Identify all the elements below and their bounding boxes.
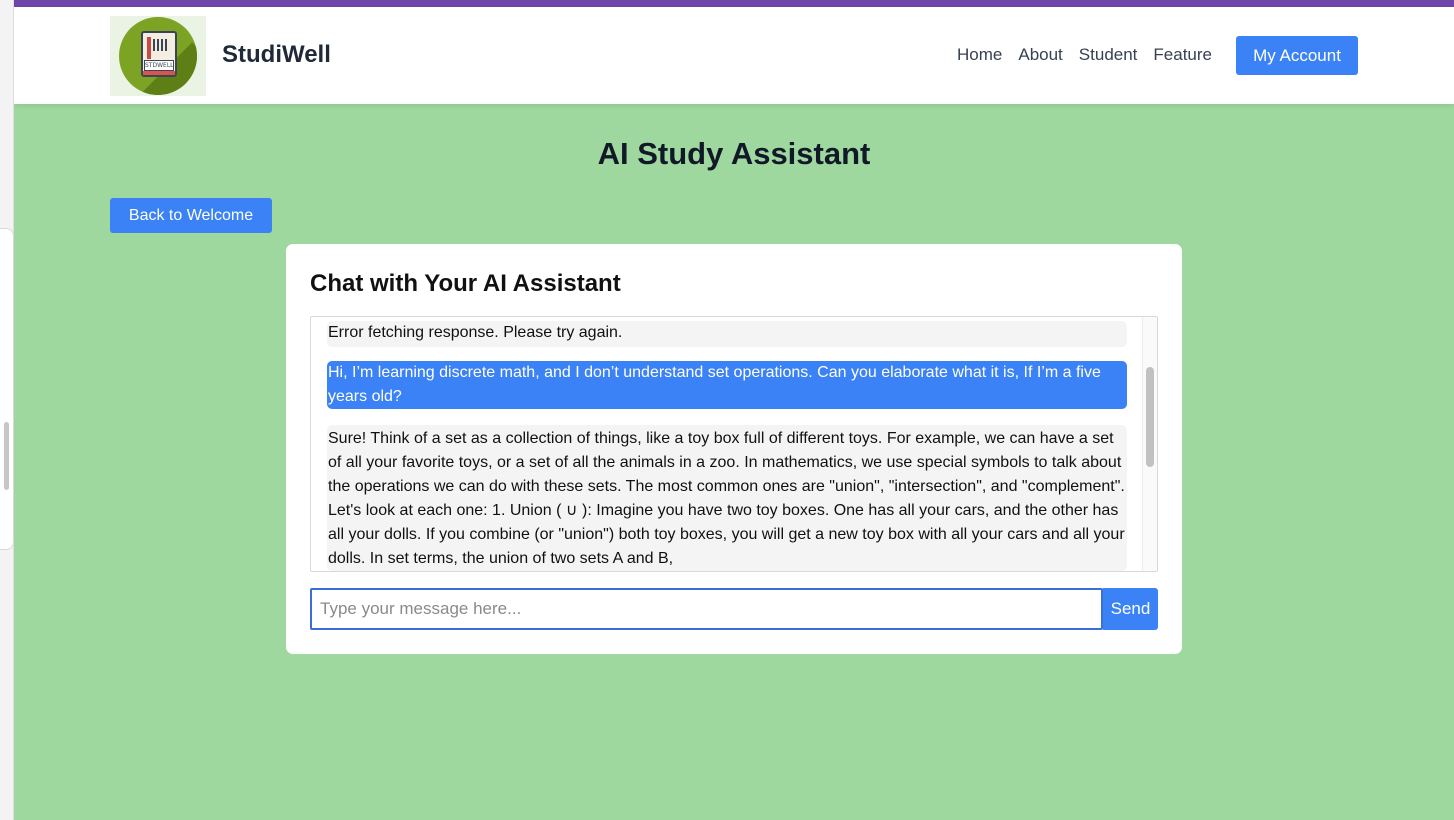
back-to-welcome-button[interactable]: Back to Welcome: [110, 198, 272, 233]
chat-card: Chat with Your AI Assistant Error fetchi…: [286, 244, 1182, 654]
logo-icon: STDWELL: [119, 17, 197, 95]
chat-title: Chat with Your AI Assistant: [310, 270, 621, 297]
side-panel-grip[interactable]: [4, 422, 9, 490]
top-accent-bar: [14, 0, 1454, 7]
nav-student[interactable]: Student: [1079, 45, 1138, 65]
book-spine: [147, 37, 151, 59]
chat-scrollbar[interactable]: [1142, 317, 1157, 571]
book-bars: [153, 39, 169, 51]
brand-name[interactable]: StudiWell: [222, 41, 331, 69]
chat-history[interactable]: Error fetching response. Please try agai…: [310, 316, 1158, 572]
chat-scrollbar-thumb[interactable]: [1146, 367, 1154, 467]
message-input[interactable]: [310, 588, 1103, 630]
send-button[interactable]: Send: [1103, 588, 1158, 630]
nav-feature[interactable]: Feature: [1153, 45, 1212, 65]
main-nav: Home About Student Feature: [957, 45, 1212, 65]
book-stripe: [143, 71, 175, 75]
message-composer: Send: [310, 588, 1158, 630]
logo[interactable]: STDWELL: [110, 16, 206, 96]
user-message: Hi, I’m learning discrete math, and I do…: [327, 361, 1127, 409]
page-title: AI Study Assistant: [597, 136, 871, 171]
book-icon: STDWELL: [141, 31, 177, 77]
my-account-button[interactable]: My Account: [1236, 36, 1358, 75]
side-panel-tab[interactable]: [0, 228, 14, 550]
logo-text: STDWELL: [144, 60, 174, 71]
browser-side-panel: [0, 0, 14, 820]
nav-home[interactable]: Home: [957, 45, 1002, 65]
nav-about[interactable]: About: [1018, 45, 1062, 65]
assistant-message: Sure! Think of a set as a collection of …: [327, 425, 1127, 571]
assistant-message: Error fetching response. Please try agai…: [327, 321, 1127, 347]
main-content: AI Study Assistant Back to Welcome Chat …: [14, 104, 1454, 820]
site-header: STDWELL StudiWell Home About Student Fea…: [14, 7, 1454, 104]
